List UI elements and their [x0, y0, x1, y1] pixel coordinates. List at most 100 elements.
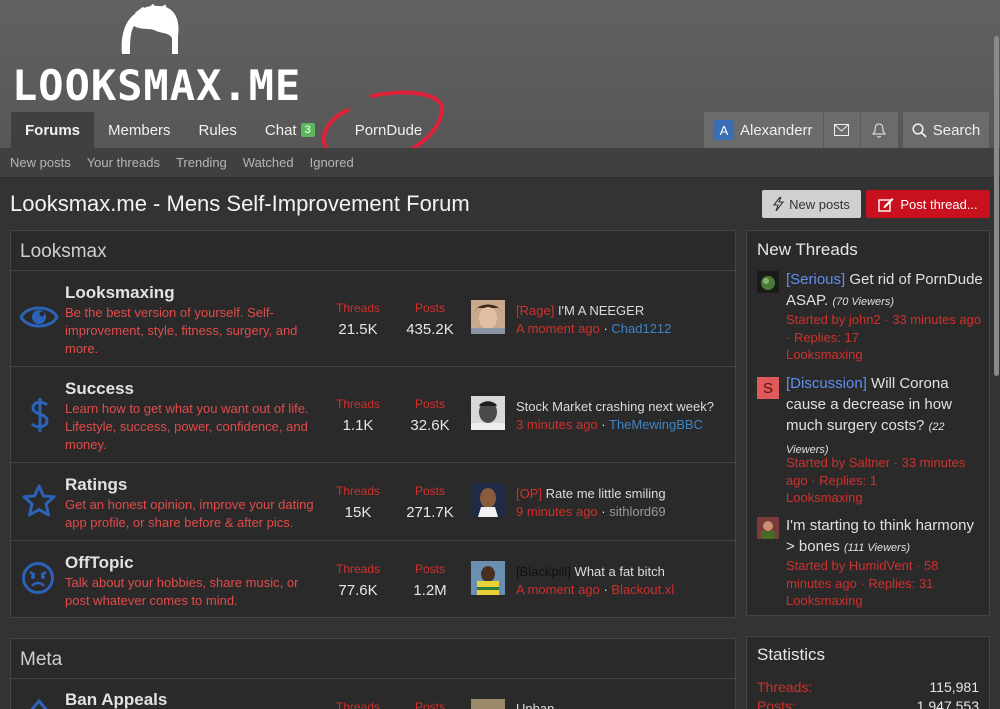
threads-label: Threads: [335, 700, 381, 709]
threads-label: Threads: [335, 562, 381, 576]
thread-prefix: [Rage]: [516, 303, 555, 318]
thread-meta-line: Started by HumidVent · 58: [786, 558, 939, 573]
thread-prefix: [Serious]: [786, 271, 846, 288]
posts-stat: Posts 271.7K: [400, 484, 460, 521]
thread-meta: Started by HumidVent · 58 minutes ago · R…: [786, 557, 991, 610]
tab-label: Rules: [198, 121, 237, 139]
last-post-avatar[interactable]: [471, 396, 505, 430]
thread-forum-link[interactable]: Looksmaxing: [786, 592, 991, 610]
new-posts-label: New posts: [789, 196, 850, 212]
forum-node: Looksmaxing Be the best version of yours…: [11, 271, 735, 367]
threads-count: 77.6K: [338, 582, 378, 599]
tab-rules[interactable]: Rules: [185, 112, 251, 148]
threads-stat: Threads: [328, 700, 388, 709]
posts-label: Posts: [414, 397, 445, 411]
thread-avatar[interactable]: S: [757, 377, 779, 399]
thread-title-link[interactable]: [Discussion] Will Corona cause a decreas…: [786, 373, 986, 461]
eye-icon: [19, 306, 59, 328]
alerts-button[interactable]: [861, 112, 898, 148]
thread-forum-link[interactable]: Looksmaxing: [786, 489, 991, 507]
subnav-ignored[interactable]: Ignored: [310, 155, 354, 170]
posts-count: 1.2M: [413, 582, 447, 599]
thread-meta-line: ago · Replies: 1: [786, 472, 878, 488]
dollar-icon: [30, 398, 49, 432]
forum-title-ratings[interactable]: Ratings: [65, 475, 127, 495]
viewer-count: (111 Viewers): [843, 542, 910, 554]
last-post-user[interactable]: Chad1212: [611, 321, 671, 336]
site-logo[interactable]: LOOKSMAX.ME: [12, 4, 300, 110]
last-post-time[interactable]: 3 minutes ago: [516, 417, 598, 432]
last-post-user[interactable]: Blackout.xl: [611, 582, 674, 597]
new-thread-item: [Serious] Get rid of PornDude ASAP. (70 …: [757, 271, 989, 363]
last-post-title[interactable]: [Blackpill] What a fat bitch: [516, 564, 665, 579]
last-post-user[interactable]: sithlord69: [609, 504, 665, 519]
posts-label: Posts: [414, 301, 445, 315]
last-post-title[interactable]: [Rage] I'M A NEEGER: [516, 303, 644, 318]
stat-threads-value: 115,981: [929, 679, 979, 695]
tab-porndude[interactable]: PornDude: [329, 112, 437, 148]
posts-count: 32.6K: [410, 417, 450, 434]
posts-count: 435.2K: [406, 321, 454, 338]
forum-title-offtopic[interactable]: OffTopic: [65, 553, 134, 573]
last-post-user[interactable]: TheMewingBBC: [609, 417, 703, 432]
last-post-time[interactable]: 9 minutes ago: [516, 504, 598, 519]
category-title[interactable]: Looksmax: [11, 231, 735, 271]
thread-title: I'M A NEEGER: [557, 303, 645, 318]
subnav-new-posts[interactable]: New posts: [10, 155, 71, 170]
thread-avatar[interactable]: [757, 517, 779, 539]
subnav-watched[interactable]: Watched: [243, 155, 294, 170]
tab-chat[interactable]: Chat 3: [251, 112, 329, 148]
angry-face-icon: [22, 562, 54, 594]
last-post-avatar[interactable]: [471, 561, 505, 595]
last-post-title[interactable]: [OP] Rate me little smiling: [516, 486, 666, 501]
threads-count: 1.1K: [342, 417, 374, 434]
thread-avatar[interactable]: [757, 271, 779, 293]
tab-forums[interactable]: Forums: [11, 112, 95, 148]
widget-title: Statistics: [757, 645, 826, 664]
tab-members[interactable]: Members: [94, 112, 185, 148]
last-post-meta: 3 minutes ago · TheMewingBBC: [516, 417, 703, 432]
last-post-title[interactable]: Stock Market crashing next week?: [516, 399, 714, 414]
threads-stat: Threads 77.6K: [328, 562, 388, 599]
subnav-your-threads[interactable]: Your threads: [87, 155, 160, 170]
thread-title-link[interactable]: I'm starting to think harmony > bones (1…: [786, 515, 986, 559]
threads-stat: Threads 1.1K: [328, 397, 388, 434]
posts-stat: Posts 32.6K: [400, 397, 460, 434]
last-post-time[interactable]: A moment ago: [516, 582, 600, 597]
forum-title-success[interactable]: Success: [65, 379, 134, 399]
category-looksmax: Looksmax Looksmaxing Be the best version…: [10, 230, 736, 618]
last-post-title[interactable]: Unban: [516, 701, 554, 709]
thread-prefix: [Blackpill]: [516, 564, 571, 579]
forum-node: Ratings Get an honest opinion, improve y…: [11, 463, 735, 541]
thread-prefix: [Discussion]: [786, 375, 867, 392]
new-threads-widget: New Threads [Serious] Get rid of PornDud…: [746, 230, 990, 616]
posts-stat: Posts 1.2M: [400, 562, 460, 599]
threads-stat: Threads 21.5K: [328, 301, 388, 338]
new-thread-item: I'm starting to think harmony > bones (1…: [757, 517, 989, 609]
last-post-avatar[interactable]: [471, 483, 505, 517]
forum-title-ban-appeals[interactable]: Ban Appeals: [65, 690, 167, 709]
inbox-button[interactable]: [824, 112, 861, 148]
post-thread-button[interactable]: Post thread...: [866, 190, 990, 218]
main-nav: Forums Members Rules Chat 3 PornDude: [11, 112, 436, 148]
last-post-avatar[interactable]: [471, 699, 505, 709]
forum-description: Talk about your hobbies, share music, or…: [65, 575, 299, 608]
tab-label: Forums: [25, 121, 81, 139]
thread-forum-link[interactable]: Looksmaxing: [786, 346, 991, 364]
search-button[interactable]: Search: [903, 112, 989, 148]
last-post-time[interactable]: A moment ago: [516, 321, 600, 336]
username: Alexanderr: [740, 121, 813, 139]
user-bar: A Alexanderr: [704, 112, 898, 148]
forum-title-looksmaxing[interactable]: Looksmaxing: [65, 283, 175, 303]
logo-text: LOOKSMAX.ME: [12, 61, 302, 110]
forum-node: OffTopic Talk about your hobbies, share …: [11, 541, 735, 617]
new-posts-button[interactable]: New posts: [762, 190, 861, 218]
user-account-link[interactable]: A Alexanderr: [704, 112, 824, 148]
posts-stat: Posts 435.2K: [400, 301, 460, 338]
subnav-trending[interactable]: Trending: [176, 155, 227, 170]
threads-label: Threads: [335, 301, 381, 315]
category-title[interactable]: Meta: [11, 639, 735, 679]
scrollbar[interactable]: [994, 36, 999, 376]
last-post-avatar[interactable]: [471, 300, 505, 334]
thread-title-link[interactable]: [Serious] Get rid of PornDude ASAP. (70 …: [786, 269, 986, 313]
